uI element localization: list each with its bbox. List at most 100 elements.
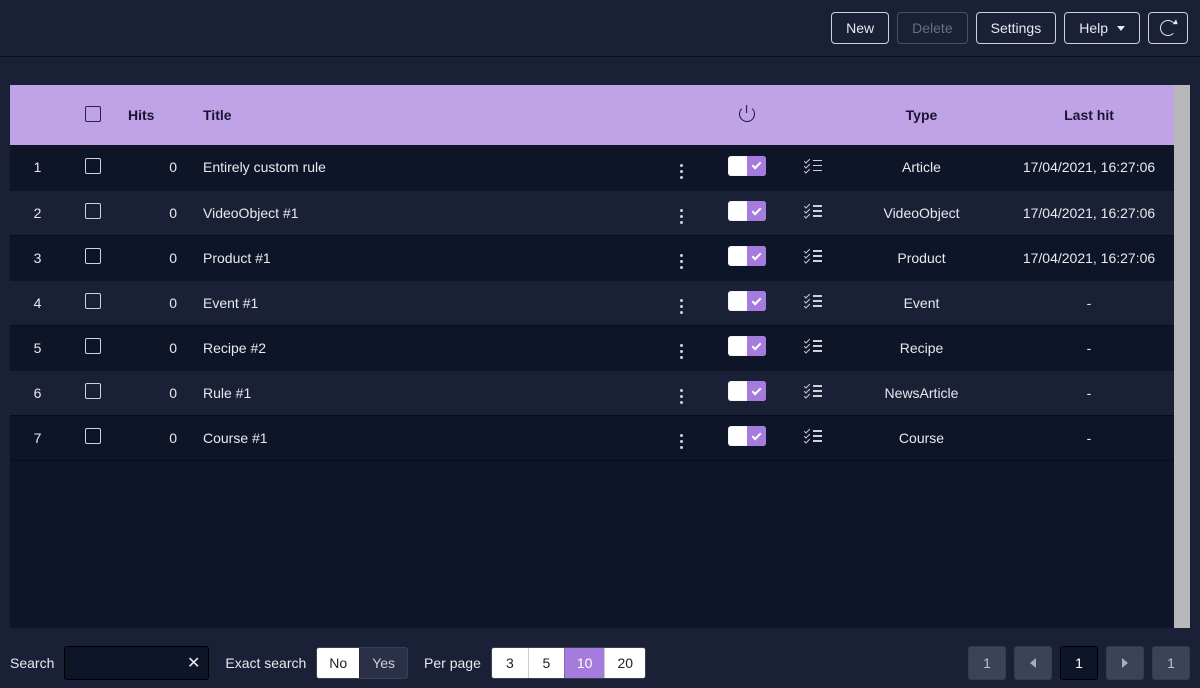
row-lasthit: - — [1004, 370, 1174, 415]
table-row: 20VideoObject #1VideoObject17/04/2021, 1… — [10, 190, 1174, 235]
row-title[interactable]: Course #1 — [195, 415, 659, 460]
row-select[interactable] — [65, 325, 120, 370]
toggle-icon — [728, 291, 766, 311]
row-hits: 0 — [120, 145, 195, 190]
perpage-option-5[interactable]: 5 — [528, 648, 564, 678]
refresh-button[interactable] — [1148, 12, 1188, 44]
row-lasthit: 17/04/2021, 16:27:06 — [1004, 145, 1174, 190]
row-number: 3 — [10, 235, 65, 280]
row-type: Course — [839, 415, 1004, 460]
row-enabled-toggle[interactable] — [704, 370, 789, 415]
row-number: 7 — [10, 415, 65, 460]
checkbox-icon — [85, 203, 101, 219]
toggle-icon — [728, 381, 766, 401]
type-header[interactable]: Type — [839, 85, 1004, 145]
hits-header[interactable]: Hits — [120, 85, 195, 145]
footer-bar: Search ✕ Exact search No Yes Per page 35… — [0, 638, 1200, 688]
row-hits: 0 — [120, 415, 195, 460]
row-title[interactable]: VideoObject #1 — [195, 190, 659, 235]
row-menu-button[interactable] — [659, 190, 704, 235]
clear-search-icon[interactable]: ✕ — [187, 653, 200, 673]
row-title[interactable]: Rule #1 — [195, 370, 659, 415]
row-select[interactable] — [65, 415, 120, 460]
checklist-icon — [805, 429, 823, 443]
table-row: 60Rule #1NewsArticle- — [10, 370, 1174, 415]
search-input[interactable] — [65, 647, 282, 679]
perpage-option-10[interactable]: 10 — [564, 648, 605, 678]
row-number: 1 — [10, 145, 65, 190]
table-row: 70Course #1Course- — [10, 415, 1174, 460]
pager-next-button[interactable] — [1106, 646, 1144, 680]
select-all-cell[interactable] — [65, 85, 120, 145]
row-title[interactable]: Event #1 — [195, 280, 659, 325]
search-input-wrap: ✕ — [64, 646, 209, 680]
title-header[interactable]: Title — [195, 85, 659, 145]
row-menu-button[interactable] — [659, 280, 704, 325]
row-number: 2 — [10, 190, 65, 235]
pager-current[interactable]: 1 — [1060, 646, 1098, 680]
row-select[interactable] — [65, 235, 120, 280]
row-menu-button[interactable] — [659, 325, 704, 370]
checkbox-icon — [85, 158, 101, 174]
row-checklist-button[interactable] — [789, 235, 839, 280]
perpage-option-3[interactable]: 3 — [492, 648, 528, 678]
power-icon — [739, 106, 755, 122]
row-checklist-button[interactable] — [789, 145, 839, 190]
chevron-down-icon — [1117, 26, 1125, 31]
row-select[interactable] — [65, 370, 120, 415]
pager-first-button[interactable]: 1 — [968, 646, 1006, 680]
checkbox-icon — [85, 428, 101, 444]
kebab-icon — [680, 343, 683, 361]
pager-prev-button[interactable] — [1014, 646, 1052, 680]
row-enabled-toggle[interactable] — [704, 190, 789, 235]
row-menu-button[interactable] — [659, 145, 704, 190]
exact-no-option[interactable]: No — [317, 648, 359, 678]
row-enabled-toggle[interactable] — [704, 415, 789, 460]
delete-button: Delete — [897, 12, 967, 44]
chevron-right-icon — [1122, 658, 1128, 668]
row-title[interactable]: Entirely custom rule — [195, 145, 659, 190]
perpage-option-20[interactable]: 20 — [604, 648, 645, 678]
perpage-label: Per page — [424, 655, 481, 671]
scrollbar-thumb[interactable] — [1174, 85, 1190, 628]
toggle-icon — [728, 156, 766, 176]
pager-last-button[interactable]: 1 — [1152, 646, 1190, 680]
row-enabled-toggle[interactable] — [704, 145, 789, 190]
row-checklist-button[interactable] — [789, 190, 839, 235]
row-select[interactable] — [65, 280, 120, 325]
row-checklist-button[interactable] — [789, 415, 839, 460]
exact-yes-option[interactable]: Yes — [359, 648, 407, 678]
row-enabled-toggle[interactable] — [704, 280, 789, 325]
row-title[interactable]: Recipe #2 — [195, 325, 659, 370]
row-checklist-button[interactable] — [789, 280, 839, 325]
toggle-icon — [728, 336, 766, 356]
row-hits: 0 — [120, 280, 195, 325]
row-number: 5 — [10, 325, 65, 370]
row-select[interactable] — [65, 190, 120, 235]
row-menu-button[interactable] — [659, 415, 704, 460]
checkbox-icon — [85, 106, 101, 122]
vertical-scrollbar[interactable] — [1174, 85, 1190, 628]
kebab-icon — [680, 208, 683, 226]
row-checklist-button[interactable] — [789, 370, 839, 415]
help-label: Help — [1079, 20, 1108, 36]
help-button[interactable]: Help — [1064, 12, 1140, 44]
enabled-header[interactable] — [704, 85, 789, 145]
row-type: Event — [839, 280, 1004, 325]
row-menu-button[interactable] — [659, 235, 704, 280]
search-label: Search — [10, 655, 54, 671]
row-checklist-button[interactable] — [789, 325, 839, 370]
toggle-icon — [728, 246, 766, 266]
row-enabled-toggle[interactable] — [704, 235, 789, 280]
row-enabled-toggle[interactable] — [704, 325, 789, 370]
new-button[interactable]: New — [831, 12, 889, 44]
kebab-icon — [680, 298, 683, 316]
lasthit-header[interactable]: Last hit — [1004, 85, 1174, 145]
table-row: 40Event #1Event- — [10, 280, 1174, 325]
table-row: 50Recipe #2Recipe- — [10, 325, 1174, 370]
settings-button[interactable]: Settings — [976, 12, 1057, 44]
row-title[interactable]: Product #1 — [195, 235, 659, 280]
row-type: VideoObject — [839, 190, 1004, 235]
row-select[interactable] — [65, 145, 120, 190]
row-menu-button[interactable] — [659, 370, 704, 415]
